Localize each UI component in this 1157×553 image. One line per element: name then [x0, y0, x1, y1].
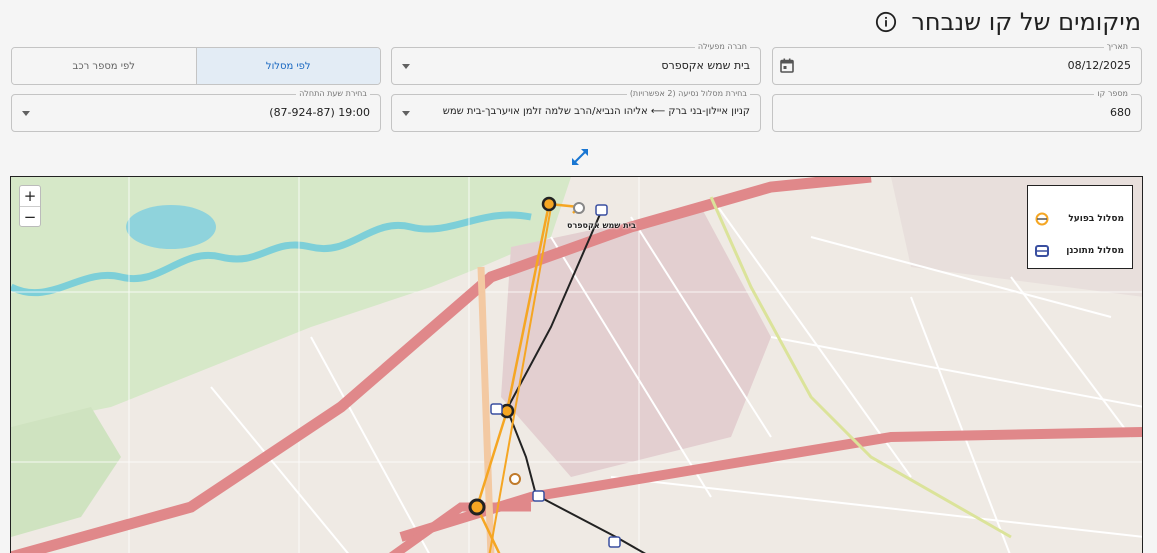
route-value: קניון איילון-בני ברק ⟵ אליהו הנביא/הרב ש…: [442, 106, 750, 117]
chevron-down-icon[interactable]: [402, 64, 410, 69]
stop-label: בית שמש אקספרס: [567, 221, 636, 230]
start-time-select[interactable]: בחירת שעת התחלה 19:00 (87-924-87): [11, 89, 381, 132]
date-value: 08/12/2025: [1067, 59, 1131, 72]
legend-actual: מסלול בפועל: [1034, 212, 1124, 226]
title-row: מיקומים של קו שנבחר: [875, 8, 1141, 36]
line-number-field[interactable]: מספר קו 680: [772, 89, 1142, 132]
start-time-label: בחירת שעת התחלה: [296, 89, 370, 99]
operator-select[interactable]: חברה מפעילה בית שמש אקספרס: [391, 42, 761, 85]
line-number-value: 680: [1110, 106, 1131, 119]
date-label: תאריך: [1103, 42, 1131, 52]
route-label: בחירת מסלול נסיעה (2 אפשרויות): [626, 89, 750, 99]
start-time-value: 19:00 (87-924-87): [269, 106, 370, 119]
legend-planned: מסלול מתוכנן: [1034, 244, 1124, 258]
by-vehicle-button[interactable]: לפי מספר רכב: [12, 48, 196, 84]
map-tiles: [11, 177, 1142, 553]
info-circle-icon[interactable]: [875, 11, 897, 33]
legend-planned-label: מסלול מתוכנן: [1066, 246, 1124, 256]
expand-arrows-icon[interactable]: [570, 147, 590, 167]
zoom-out-button[interactable]: −: [20, 206, 40, 226]
line-number-label: מספר קו: [1094, 89, 1131, 99]
by-route-button[interactable]: לפי מסלול: [195, 48, 380, 84]
chevron-down-icon[interactable]: [22, 111, 30, 116]
route-map[interactable]: בית שמש אקספרס + − מסלול בפועל מסלול מתו…: [10, 176, 1143, 553]
legend-actual-label: מסלול בפועל: [1068, 214, 1124, 224]
operator-value: בית שמש אקספרס: [661, 59, 750, 72]
date-field[interactable]: תאריך 08/12/2025: [772, 42, 1142, 85]
operator-label: חברה מפעילה: [694, 42, 750, 52]
zoom-in-button[interactable]: +: [20, 186, 40, 206]
route-select[interactable]: בחירת מסלול נסיעה (2 אפשרויות) קניון איי…: [391, 89, 761, 132]
map-legend: מסלול בפועל מסלול מתוכנן: [1027, 185, 1133, 269]
zoom-control: + −: [19, 185, 41, 227]
calendar-icon[interactable]: [780, 58, 794, 73]
page-title: מיקומים של קו שנבחר: [911, 8, 1141, 36]
bus-stop-icon: [1035, 245, 1049, 257]
chevron-down-icon[interactable]: [402, 111, 410, 116]
mode-toggle: לפי מספר רכב לפי מסלול: [11, 47, 381, 85]
actual-route-icon: [1035, 212, 1049, 226]
